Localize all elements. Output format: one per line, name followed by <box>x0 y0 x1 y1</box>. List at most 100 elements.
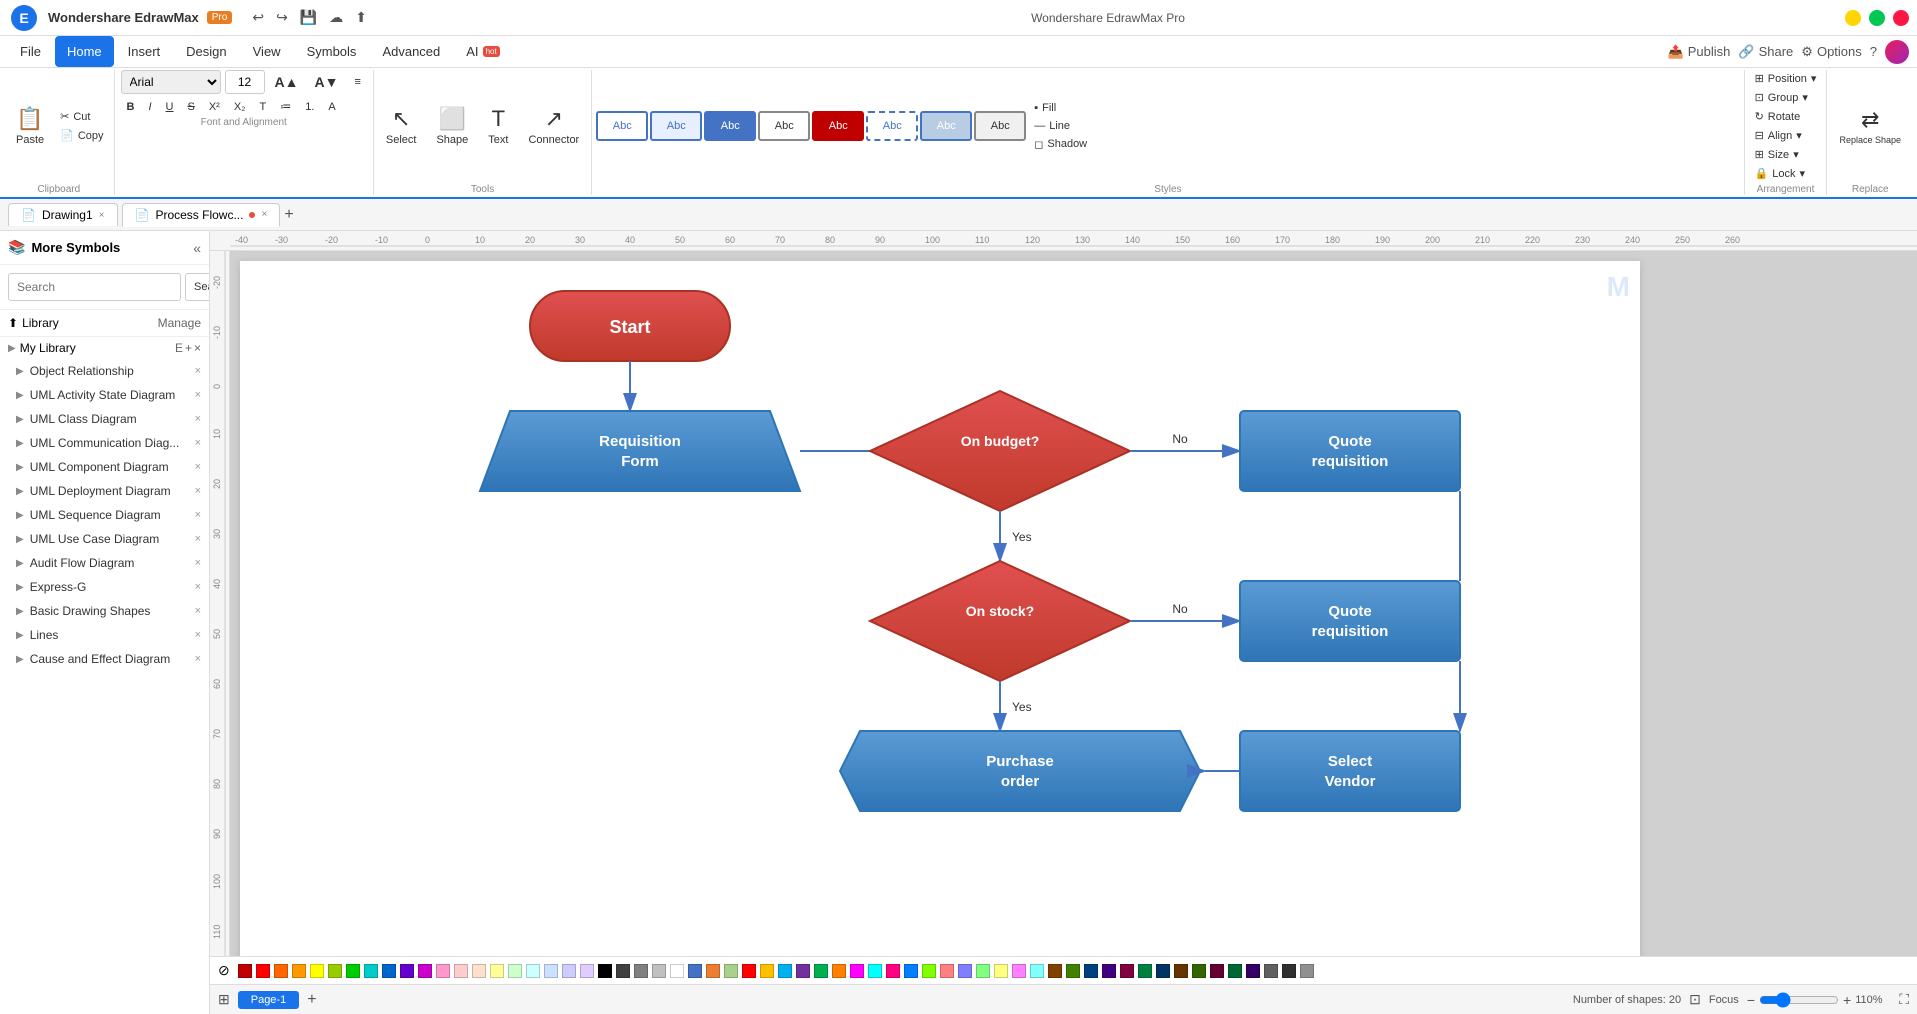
style-box-2[interactable]: Abc <box>704 111 756 141</box>
color-swatch-14[interactable] <box>1012 964 1026 978</box>
close-button[interactable] <box>1893 10 1909 26</box>
lib-item-uml-activity[interactable]: ▶ UML Activity State Diagram × <box>0 383 209 407</box>
color-swatch-blue-light[interactable] <box>544 964 558 978</box>
manage-library-button[interactable]: Manage <box>158 316 201 330</box>
color-swatch-green-light[interactable] <box>508 964 522 978</box>
font-decrease-button[interactable]: A▼ <box>309 72 345 92</box>
select-button[interactable]: ↖ Select <box>378 96 425 156</box>
clipboard-cut-button[interactable]: ✂ Cut <box>54 108 109 125</box>
color-swatch-blue[interactable] <box>382 964 396 978</box>
focus-label[interactable]: Focus <box>1709 994 1739 1006</box>
lib-item-uml-deployment[interactable]: ▶ UML Deployment Diagram × <box>0 479 209 503</box>
close-audit-flow[interactable]: × <box>195 557 201 569</box>
style-box-7[interactable]: Abc <box>974 111 1026 141</box>
cloud-button[interactable]: ☁ <box>325 7 347 28</box>
position-button[interactable]: ⊞ Position ▾ <box>1749 70 1823 87</box>
color-swatch-magenta[interactable] <box>418 964 432 978</box>
font-color-button[interactable]: A <box>322 99 341 115</box>
color-swatch-21[interactable] <box>1138 964 1152 978</box>
color-swatch-yellow[interactable] <box>310 964 324 978</box>
page-tab-1[interactable]: Page-1 <box>238 991 299 1009</box>
lib-item-express-g[interactable]: ▶ Express-G × <box>0 575 209 599</box>
lib-item-uml-component[interactable]: ▶ UML Component Diagram × <box>0 455 209 479</box>
lib-item-audit-flow[interactable]: ▶ Audit Flow Diagram × <box>0 551 209 575</box>
quote-req2-shape[interactable] <box>1240 581 1460 661</box>
replace-shape-button[interactable]: ⇄ Replace Shape <box>1831 96 1909 156</box>
user-avatar[interactable] <box>1885 40 1909 64</box>
lib-item-uml-sequence[interactable]: ▶ UML Sequence Diagram × <box>0 503 209 527</box>
menu-advanced[interactable]: Advanced <box>370 36 452 67</box>
search-button[interactable]: Search <box>185 273 210 301</box>
color-swatch-11[interactable] <box>958 964 972 978</box>
color-swatch-lavender[interactable] <box>580 964 594 978</box>
color-swatch-green-theme[interactable] <box>724 964 738 978</box>
group-button[interactable]: ⊡ Group ▾ <box>1749 89 1823 106</box>
bold-button[interactable]: B <box>121 99 141 115</box>
text-button[interactable]: T Text <box>480 96 516 156</box>
color-swatch-purple-dark[interactable] <box>400 964 414 978</box>
add-tab-button[interactable]: + <box>284 206 293 224</box>
my-library-close-btn[interactable]: × <box>194 341 201 355</box>
lib-item-object-relationship[interactable]: ▶ Object Relationship × <box>0 359 209 383</box>
style-box-0[interactable]: Abc <box>596 111 648 141</box>
color-swatch-gray[interactable] <box>634 964 648 978</box>
color-swatch-light-gray[interactable] <box>652 964 666 978</box>
color-swatch-orange-dark[interactable] <box>274 964 288 978</box>
stock-diamond[interactable] <box>870 561 1130 681</box>
my-library-export-btn[interactable]: E <box>175 341 183 355</box>
maximize-button[interactable] <box>1869 10 1885 26</box>
quote-req1-shape[interactable] <box>1240 411 1460 491</box>
style-box-3[interactable]: Abc <box>758 111 810 141</box>
color-swatch-5[interactable] <box>850 964 864 978</box>
close-object-relationship[interactable]: × <box>195 365 201 377</box>
text-style-button[interactable]: T <box>253 99 272 115</box>
tab-drawing1[interactable]: 📄 Drawing1 × <box>8 203 118 226</box>
color-swatch-29[interactable] <box>1282 964 1296 978</box>
tab-process-flow[interactable]: 📄 Process Flowc... × <box>122 203 281 227</box>
redo-button[interactable]: ↪ <box>272 7 292 28</box>
italic-button[interactable]: I <box>142 99 157 115</box>
color-swatch-teal[interactable] <box>364 964 378 978</box>
color-swatch-30[interactable] <box>1300 964 1314 978</box>
minimize-button[interactable] <box>1845 10 1861 26</box>
close-express-g[interactable]: × <box>195 581 201 593</box>
zoom-in-button[interactable]: + <box>1843 992 1851 1008</box>
color-swatch-orange-theme[interactable] <box>706 964 720 978</box>
share-menu-button[interactable]: 🔗 Share <box>1738 44 1793 60</box>
zoom-slider[interactable] <box>1759 992 1839 1008</box>
search-input[interactable] <box>8 273 181 301</box>
color-swatch-orange[interactable] <box>292 964 306 978</box>
page-settings-button[interactable]: ⊞ <box>218 991 230 1008</box>
close-uml-component[interactable]: × <box>195 461 201 473</box>
color-swatch-13[interactable] <box>994 964 1008 978</box>
menu-view[interactable]: View <box>241 36 293 67</box>
budget-diamond[interactable] <box>870 391 1130 511</box>
menu-file[interactable]: File <box>8 36 53 67</box>
share-button[interactable]: ⬆ <box>351 7 371 28</box>
close-tab-process[interactable]: × <box>261 209 267 220</box>
close-lines[interactable]: × <box>195 629 201 641</box>
color-swatch-23[interactable] <box>1174 964 1188 978</box>
color-swatch-9[interactable] <box>922 964 936 978</box>
undo-button[interactable]: ↩ <box>248 7 268 28</box>
clipboard-paste-button[interactable]: 📋 Paste <box>8 96 52 156</box>
close-cause-effect[interactable]: × <box>195 653 201 665</box>
color-swatch-1[interactable] <box>778 964 792 978</box>
color-swatch-peach[interactable] <box>472 964 486 978</box>
color-swatch-red-theme[interactable] <box>742 964 756 978</box>
color-swatch-28[interactable] <box>1264 964 1278 978</box>
color-swatch-dark-gray[interactable] <box>616 964 630 978</box>
requisition-shape[interactable] <box>480 411 800 491</box>
lib-item-lines[interactable]: ▶ Lines × <box>0 623 209 647</box>
color-swatch-16[interactable] <box>1048 964 1062 978</box>
menu-home[interactable]: Home <box>55 36 114 67</box>
add-page-button[interactable]: + <box>307 991 316 1009</box>
color-swatch-6[interactable] <box>868 964 882 978</box>
color-swatch-blue-theme[interactable] <box>688 964 702 978</box>
font-increase-button[interactable]: A▲ <box>269 72 305 92</box>
fit-icon[interactable]: ⊡ <box>1689 991 1701 1008</box>
color-swatch-red-light[interactable] <box>454 964 468 978</box>
color-swatch-27[interactable] <box>1246 964 1260 978</box>
lib-item-uml-use-case[interactable]: ▶ UML Use Case Diagram × <box>0 527 209 551</box>
connector-button[interactable]: ↗ Connector <box>520 96 587 156</box>
